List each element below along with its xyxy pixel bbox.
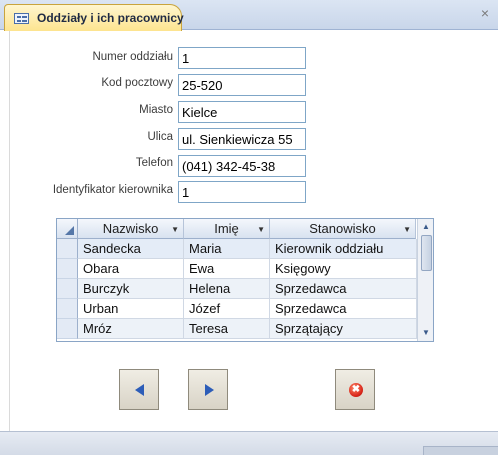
record-selector[interactable] bbox=[57, 299, 78, 319]
stop-circle-icon: ✖ bbox=[349, 383, 363, 397]
table-row[interactable]: Burczyk Helena Sprzedawca bbox=[57, 279, 417, 299]
field-label-miasto: Miasto bbox=[139, 104, 173, 116]
column-header-stanowisko[interactable]: Stanowisko ▼ bbox=[270, 219, 416, 239]
column-header-label: Nazwisko bbox=[102, 221, 159, 236]
cell-imie[interactable]: Maria bbox=[184, 239, 270, 259]
next-record-button[interactable] bbox=[188, 369, 228, 410]
record-selector[interactable] bbox=[57, 279, 78, 299]
datasheet-vertical-scrollbar[interactable]: ▲ ▼ bbox=[417, 219, 433, 341]
cell-stanowisko[interactable]: Sprzątający bbox=[270, 319, 417, 339]
table-row[interactable]: Mróz Teresa Sprzątający bbox=[57, 319, 417, 339]
column-header-nazwisko[interactable]: Nazwisko ▼ bbox=[78, 219, 184, 239]
close-form-icon[interactable]: × bbox=[478, 6, 492, 20]
document-tab-strip: Oddziały i ich pracownicy × bbox=[0, 0, 498, 31]
bottom-scroll-area bbox=[0, 431, 498, 455]
cell-nazwisko[interactable]: Sandecka bbox=[78, 239, 184, 259]
cell-stanowisko[interactable]: Sprzedawca bbox=[270, 299, 417, 319]
numer-oddzialu-field[interactable]: 1 bbox=[178, 47, 306, 69]
miasto-field[interactable]: Kielce bbox=[178, 101, 306, 123]
cell-stanowisko[interactable]: Kierownik oddziału bbox=[270, 239, 417, 259]
ulica-field[interactable]: ul. Sienkiewicza 55 bbox=[178, 128, 306, 150]
column-header-label: Stanowisko bbox=[309, 221, 376, 236]
select-all-records[interactable] bbox=[57, 219, 78, 239]
telefon-field[interactable]: (041) 342-45-38 bbox=[178, 155, 306, 177]
cell-stanowisko[interactable]: Sprzedawca bbox=[270, 279, 417, 299]
column-dropdown-icon[interactable]: ▼ bbox=[171, 220, 179, 239]
column-dropdown-icon[interactable]: ▼ bbox=[257, 220, 265, 239]
triangle-right-icon bbox=[205, 384, 214, 396]
cell-nazwisko[interactable]: Urban bbox=[78, 299, 184, 319]
form-tab[interactable]: Oddziały i ich pracownicy bbox=[4, 4, 184, 31]
field-label-numer-oddzialu: Numer oddziału bbox=[92, 51, 173, 63]
scroll-down-icon[interactable]: ▼ bbox=[420, 328, 432, 338]
record-selector[interactable] bbox=[57, 259, 78, 279]
record-selector[interactable] bbox=[57, 319, 78, 339]
previous-record-button[interactable] bbox=[119, 369, 159, 410]
table-row[interactable]: Urban Józef Sprzedawca bbox=[57, 299, 417, 319]
column-header-imie[interactable]: Imię ▼ bbox=[184, 219, 270, 239]
column-dropdown-icon[interactable]: ▼ bbox=[403, 220, 411, 239]
cell-imie[interactable]: Józef bbox=[184, 299, 270, 319]
cell-nazwisko[interactable]: Obara bbox=[78, 259, 184, 279]
triangle-left-icon bbox=[135, 384, 144, 396]
scroll-up-icon[interactable]: ▲ bbox=[420, 222, 432, 232]
scrollbar-thumb[interactable] bbox=[421, 235, 432, 271]
identyfikator-kierownika-field[interactable]: 1 bbox=[178, 181, 306, 203]
form-tab-title: Oddziały i ich pracownicy bbox=[37, 11, 184, 25]
column-header-label: Imię bbox=[214, 221, 239, 236]
field-label-identyfikator-kierownika: Identyfikator kierownika bbox=[52, 184, 173, 196]
form-icon bbox=[14, 13, 29, 24]
record-selector[interactable] bbox=[57, 239, 78, 259]
cell-imie[interactable]: Ewa bbox=[184, 259, 270, 279]
close-form-button[interactable]: ✖ bbox=[335, 369, 375, 410]
cell-stanowisko[interactable]: Księgowy bbox=[270, 259, 417, 279]
cell-imie[interactable]: Helena bbox=[184, 279, 270, 299]
horizontal-scroll-corner bbox=[423, 446, 498, 455]
cell-imie[interactable]: Teresa bbox=[184, 319, 270, 339]
cell-nazwisko[interactable]: Mróz bbox=[78, 319, 184, 339]
field-label-kod-pocztowy: Kod pocztowy bbox=[101, 77, 173, 89]
cell-nazwisko[interactable]: Burczyk bbox=[78, 279, 184, 299]
table-row[interactable]: Obara Ewa Księgowy bbox=[57, 259, 417, 279]
employees-datasheet[interactable]: Nazwisko ▼ Imię ▼ Stanowisko ▼ Sandecka Mar… bbox=[56, 218, 434, 342]
field-label-telefon: Telefon bbox=[135, 157, 173, 169]
kod-pocztowy-field[interactable]: 25-520 bbox=[178, 74, 306, 96]
field-label-ulica: Ulica bbox=[147, 131, 173, 143]
table-row[interactable]: Sandecka Maria Kierownik oddziału bbox=[57, 239, 417, 259]
